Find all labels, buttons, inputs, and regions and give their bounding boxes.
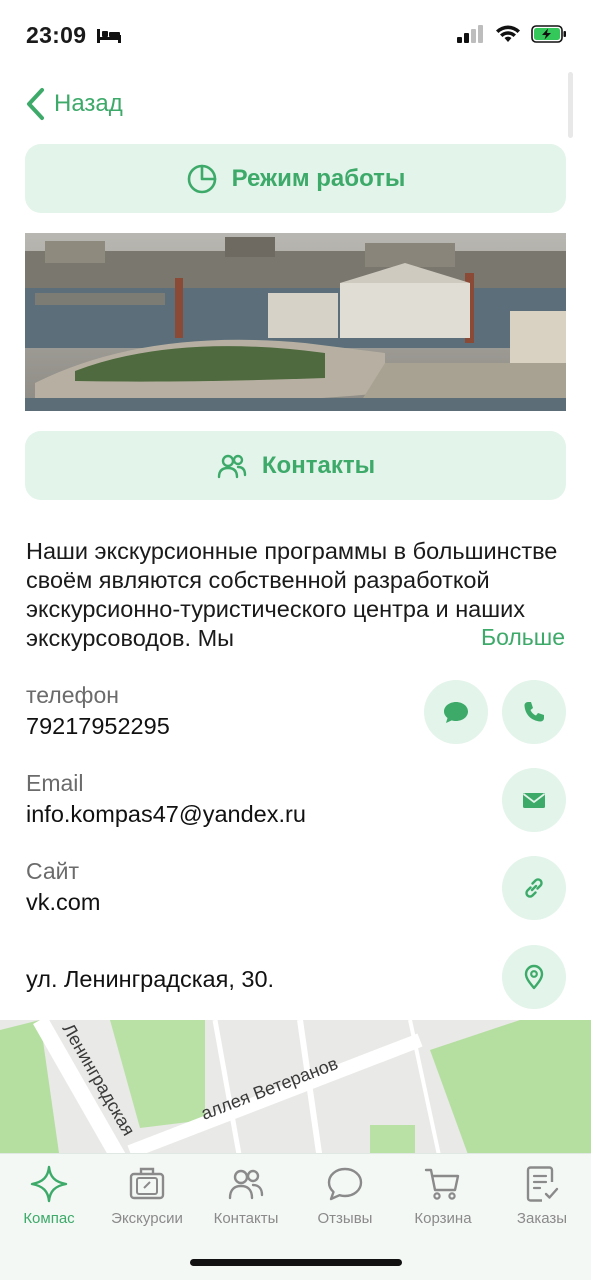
- envelope-icon: [522, 793, 546, 808]
- tab-label: Отзывы: [317, 1210, 373, 1227]
- back-label: Назад: [54, 90, 123, 117]
- phone-icon: [524, 702, 544, 722]
- suitcase-icon: [129, 1167, 165, 1200]
- street-map: Ленинградская аллея Ветеранов: [0, 1020, 591, 1160]
- location-button[interactable]: [502, 945, 566, 1009]
- tab-label: Корзина: [414, 1210, 472, 1227]
- clock-pie-icon: [187, 164, 216, 193]
- opening-hours-button[interactable]: Режим работы: [25, 144, 566, 213]
- call-button[interactable]: [502, 680, 566, 744]
- map-pin-icon: [524, 964, 544, 990]
- tab-label: Экскурсии: [111, 1210, 183, 1227]
- tab-contacts[interactable]: Контакты: [197, 1164, 295, 1227]
- contacts-button[interactable]: Контакты: [25, 431, 566, 500]
- chat-bubble-icon: [327, 1167, 363, 1201]
- battery-charging-icon: [531, 25, 566, 43]
- chat-bubble-icon: [444, 702, 468, 723]
- star-icon: [30, 1165, 68, 1203]
- tab-compass[interactable]: Компас: [0, 1164, 98, 1227]
- order-list-icon: [526, 1166, 559, 1202]
- tab-orders[interactable]: Заказы: [493, 1164, 591, 1227]
- cellular-signal-icon: [457, 25, 483, 43]
- status-time: 23:09: [26, 22, 87, 48]
- email-label: Email: [26, 770, 84, 796]
- website-button[interactable]: [502, 856, 566, 920]
- site-label: Сайт: [26, 858, 80, 884]
- site-value[interactable]: vk.com: [26, 889, 100, 916]
- phone-label: телефон: [26, 682, 119, 708]
- link-icon: [525, 878, 543, 898]
- cart-icon: [424, 1168, 460, 1200]
- tab-cart[interactable]: Корзина: [394, 1164, 492, 1227]
- phone-value[interactable]: 79217952295: [26, 713, 170, 740]
- contacts-label: Контакты: [261, 451, 376, 479]
- tab-label: Контакты: [213, 1210, 279, 1227]
- scroll-indicator: [568, 72, 573, 138]
- tab-reviews[interactable]: Отзывы: [296, 1164, 394, 1227]
- sleep-mode-icon: [97, 29, 121, 43]
- map-preview[interactable]: Ленинградская аллея Ветеранов: [0, 1020, 591, 1160]
- address-value: ул. Ленинградская, 30.: [26, 966, 275, 992]
- city-panorama-image: [25, 233, 566, 411]
- message-button[interactable]: [424, 680, 488, 744]
- tab-excursions[interactable]: Экскурсии: [98, 1164, 196, 1227]
- people-icon: [228, 1169, 264, 1200]
- email-button[interactable]: [502, 768, 566, 832]
- email-value[interactable]: info.kompas47@yandex.ru: [26, 801, 306, 828]
- back-button[interactable]: Назад: [24, 86, 123, 122]
- chevron-left-icon: [27, 88, 44, 120]
- status-indicators: [457, 24, 567, 44]
- venue-photo: [25, 233, 566, 411]
- more-link[interactable]: Больше: [464, 624, 565, 651]
- tab-label: Компас: [23, 1210, 75, 1227]
- wifi-icon: [496, 25, 520, 42]
- status-bar: 23:09: [0, 0, 591, 70]
- home-indicator: [190, 1259, 402, 1266]
- opening-hours-label: Режим работы: [231, 164, 406, 192]
- people-icon: [217, 454, 247, 478]
- tab-label: Заказы: [516, 1210, 568, 1227]
